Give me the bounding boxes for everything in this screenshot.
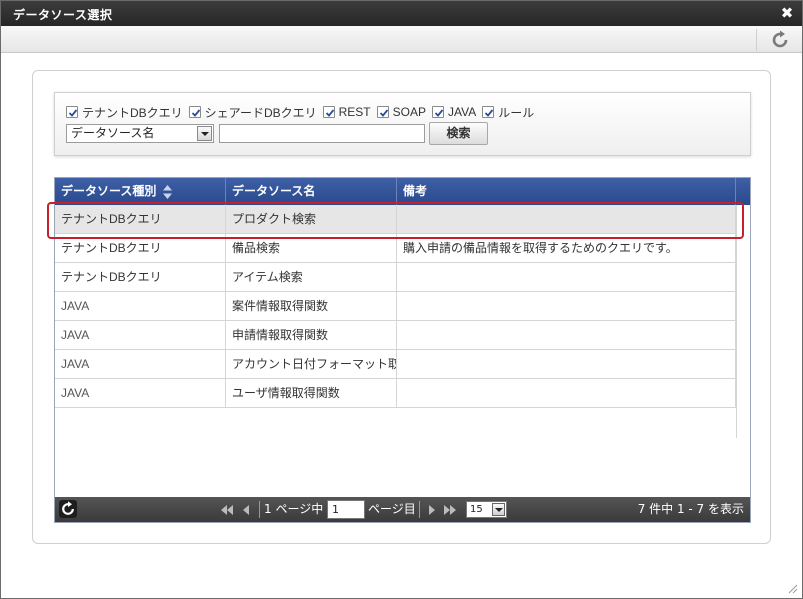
filter-checkbox-label: JAVA <box>448 105 477 119</box>
data-source-dialog: データソース選択 ✖ テナントDBクエリ シェアードDBクエリ REST SOAP JA… <box>0 0 803 599</box>
checkbox-check-icon[interactable] <box>376 106 389 118</box>
checkbox-check-icon[interactable] <box>432 106 444 118</box>
cell-name: アカウント日付フォーマット取得関数 <box>226 350 397 378</box>
cell-name: アイテム検索 <box>226 263 397 291</box>
previous-page-icon[interactable] <box>241 502 251 518</box>
search-button[interactable]: 検索 <box>429 122 488 145</box>
column-header-note-label: 備考 <box>403 184 428 198</box>
cell-name: 備品検索 <box>226 234 397 262</box>
search-field-select-value: データソース名 <box>71 126 155 140</box>
column-header-type[interactable]: データソース種別 <box>55 178 226 205</box>
pager-bar: 1 ページ中 1 ページ目 15 7 件中 1 - 7 を表示 <box>55 497 750 522</box>
search-panel: テナントDBクエリ シェアードDBクエリ REST SOAP JAVA ルール データソー… <box>54 92 751 156</box>
page-size-select[interactable]: 15 <box>466 501 507 518</box>
cell-name: ユーザ情報取得関数 <box>226 379 397 407</box>
column-header-type-label: データソース種別 <box>61 184 157 198</box>
page-number-input[interactable]: 1 <box>327 500 365 519</box>
cell-note: 購入申請の備品情報を取得するためのクエリです。 <box>397 234 736 262</box>
table-row[interactable]: JAVA 案件情報取得関数 <box>55 292 736 321</box>
column-header-name[interactable]: データソース名 <box>226 178 397 205</box>
data-source-grid: データソース種別 データソース名 備考 テナントDBクエリ プロダクト検索 テナント… <box>54 177 751 523</box>
cell-note <box>397 321 736 349</box>
cell-note <box>397 263 736 291</box>
table-row[interactable]: テナントDBクエリ プロダクト検索 <box>55 205 736 234</box>
pager-separator <box>259 501 260 518</box>
table-row[interactable]: JAVA 申請情報取得関数 <box>55 321 736 350</box>
table-row[interactable]: テナントDBクエリ 備品検索 購入申請の備品情報を取得するためのクエリです。 <box>55 234 736 263</box>
resize-grip-icon[interactable] <box>788 584 798 594</box>
page-size-value: 15 <box>470 504 483 515</box>
page-suffix-label: ページ目 <box>368 502 416 516</box>
pager-separator <box>419 501 420 518</box>
close-icon[interactable]: ✖ <box>780 4 794 22</box>
filter-checkbox-label: ルール <box>498 105 535 120</box>
cell-note <box>397 379 736 407</box>
checkbox-check-icon[interactable] <box>482 106 495 118</box>
cell-type: JAVA <box>55 350 226 378</box>
cell-name: 申請情報取得関数 <box>226 321 397 349</box>
cell-type: テナントDBクエリ <box>55 263 226 291</box>
refresh-icon[interactable] <box>770 30 790 50</box>
filter-checkbox[interactable]: テナントDBクエリ <box>66 104 183 121</box>
filter-checkbox[interactable]: REST <box>322 105 371 119</box>
pager-refresh-icon[interactable] <box>59 500 77 518</box>
sort-icon[interactable] <box>162 184 172 199</box>
cell-type: JAVA <box>55 292 226 320</box>
checkbox-check-icon[interactable] <box>188 106 201 118</box>
first-page-icon[interactable] <box>220 502 234 518</box>
grid-header: データソース種別 データソース名 備考 <box>55 178 750 205</box>
column-header-note[interactable]: 備考 <box>397 178 736 205</box>
search-field-select[interactable]: データソース名 <box>66 124 214 143</box>
table-row[interactable]: JAVAアカウント日付フォーマット取得関数 <box>55 350 736 379</box>
cell-name: 案件情報取得関数 <box>226 292 397 320</box>
dialog-title: データソース選択 <box>13 8 113 22</box>
cell-type: JAVA <box>55 379 226 407</box>
last-page-icon[interactable] <box>443 502 457 518</box>
grid-rows: テナントDBクエリ プロダクト検索 テナントDBクエリ 備品検索 購入申請の備品情報を取… <box>55 205 736 437</box>
toolbar-separator <box>756 29 757 51</box>
filter-checkbox-label: REST <box>338 105 371 119</box>
cell-type: テナントDBクエリ <box>55 234 226 262</box>
next-page-icon[interactable] <box>427 502 437 518</box>
cell-note <box>397 205 736 233</box>
cell-note <box>397 292 736 320</box>
filter-checkbox-label: シェアードDBクエリ <box>204 105 317 120</box>
dialog-title-bar: データソース選択 ✖ <box>1 1 802 26</box>
cell-type: JAVA <box>55 321 226 349</box>
filter-checkbox[interactable]: ルール <box>482 104 534 121</box>
cell-type: テナントDBクエリ <box>55 205 226 233</box>
cell-note <box>397 350 736 378</box>
column-header-name-label: データソース名 <box>232 184 316 198</box>
filter-checkbox-label: テナントDBクエリ <box>82 105 183 120</box>
dialog-toolbar <box>1 26 802 53</box>
page-prefix-label: 1 ページ中 <box>264 502 324 516</box>
chevron-down-icon <box>492 503 505 516</box>
checkbox-check-icon[interactable] <box>322 106 335 118</box>
grid-body: テナントDBクエリ プロダクト検索 テナントDBクエリ 備品検索 購入申請の備品情報を取… <box>55 205 737 438</box>
cell-name: プロダクト検索 <box>226 205 397 233</box>
table-row[interactable]: JAVA ユーザ情報取得関数 <box>55 379 736 408</box>
checkbox-check-icon[interactable] <box>66 106 78 118</box>
search-input[interactable] <box>219 124 425 143</box>
filter-checkbox[interactable]: JAVA <box>432 105 476 119</box>
record-summary: 7 件中 1 - 7 を表示 <box>637 502 744 516</box>
type-filters: テナントDBクエリ シェアードDBクエリ REST SOAP JAVA ルール <box>66 104 540 120</box>
table-row[interactable]: テナントDBクエリ アイテム検索 <box>55 263 736 292</box>
content-panel: テナントDBクエリ シェアードDBクエリ REST SOAP JAVA ルール データソー… <box>32 70 771 544</box>
chevron-down-icon <box>197 126 212 141</box>
filter-checkbox[interactable]: シェアードDBクエリ <box>188 104 317 121</box>
filter-checkbox-label: SOAP <box>392 105 426 119</box>
filter-checkbox[interactable]: SOAP <box>376 105 426 119</box>
